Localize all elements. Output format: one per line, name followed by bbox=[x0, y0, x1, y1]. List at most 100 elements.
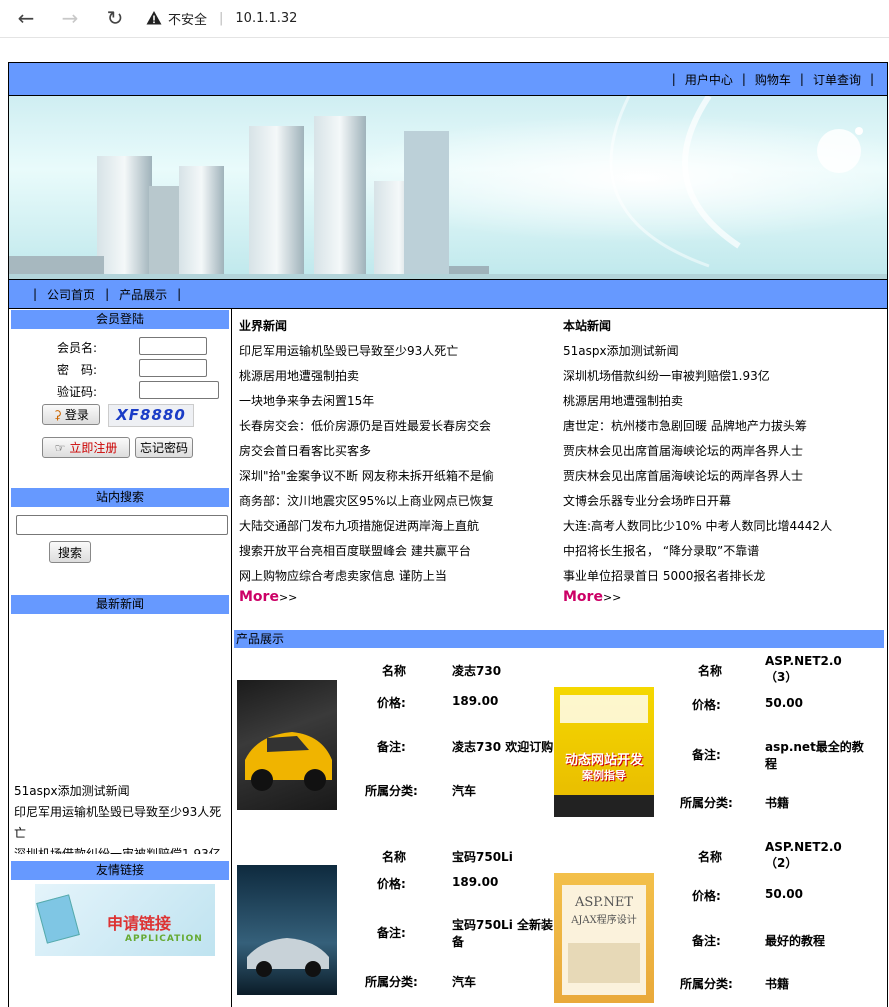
news-item[interactable]: 桃源居用地遭强制拍卖 bbox=[563, 389, 883, 414]
forgot-password-button[interactable]: 忘记密码 bbox=[135, 437, 193, 458]
product-price-label: 价格: bbox=[377, 696, 406, 710]
password-label: 密 码: bbox=[57, 363, 98, 377]
nav-cart-link[interactable]: 购物车 bbox=[755, 71, 791, 88]
url-text[interactable]: 10.1.1.32 bbox=[235, 11, 297, 26]
menu-home-link[interactable]: 公司首页 bbox=[47, 286, 95, 303]
news-item[interactable]: 网上购物应综合考虑卖家信息 谨防上当 bbox=[239, 564, 559, 589]
product-price: 50.00 bbox=[765, 696, 803, 710]
captcha-input[interactable] bbox=[139, 381, 219, 399]
news-item[interactable]: 文博会乐器专业分会场昨日开幕 bbox=[563, 489, 883, 514]
latest-news-item[interactable]: 51aspx添加测试新闻 bbox=[14, 781, 228, 802]
news-item[interactable]: 大陆交通部门发布九项措施促进两岸海上直航 bbox=[239, 514, 559, 539]
site-page: | 用户中心 | 购物车 | 订单查询 | | 公司首页 | 产品展示 | 会员… bbox=[8, 62, 888, 1007]
product-category-label: 所属分类: bbox=[365, 784, 418, 798]
news-item[interactable]: 搜索开放平台亮相百度联盟峰会 建共赢平台 bbox=[239, 539, 559, 564]
product-category-label: 所属分类: bbox=[680, 796, 733, 810]
login-button[interactable]: ⚳ 登录 bbox=[42, 404, 100, 425]
reload-icon[interactable]: ↻ bbox=[103, 6, 127, 30]
news-item[interactable]: 深圳机场借款纠纷一审被判赔偿1.93亿 bbox=[563, 364, 883, 389]
friend-links-title: 友情链接 bbox=[11, 861, 229, 880]
product-name-label: 名称 bbox=[698, 664, 723, 678]
latest-news-item[interactable]: 印尼军用运输机坠毁已导致至少93人死亡 bbox=[14, 802, 228, 844]
product-note-label: 备注: bbox=[692, 748, 721, 762]
news-item[interactable]: 51aspx添加测试新闻 bbox=[563, 339, 883, 364]
product-name[interactable]: ASP.NET2.0（2） bbox=[765, 840, 850, 871]
product-image-book-2[interactable]: ASP.NET AJAX程序设计 bbox=[554, 873, 654, 1003]
book-icon bbox=[36, 894, 80, 944]
product-name[interactable]: 宝码750Li bbox=[452, 848, 513, 865]
product-price: 50.00 bbox=[765, 887, 803, 901]
site-news-list: 本站新闻 51aspx添加测试新闻 深圳机场借款纠纷一审被判赔偿1.93亿 桃源… bbox=[563, 314, 883, 605]
main-menu: | 公司首页 | 产品展示 | bbox=[9, 279, 887, 309]
skyline-illustration bbox=[9, 96, 887, 279]
nav-user-center-link[interactable]: 用户中心 bbox=[685, 71, 733, 88]
product-name-label: 名称 bbox=[698, 850, 723, 864]
apply-link-subtext: APPLICATION bbox=[125, 934, 203, 944]
latest-news-item[interactable]: 深圳机场借款纠纷一审被判赔偿1.93亿 bbox=[14, 844, 228, 854]
top-nav: | 用户中心 | 购物车 | 订单查询 | bbox=[9, 63, 887, 95]
captcha-label: 验证码: bbox=[57, 385, 98, 399]
book-cover-footer bbox=[554, 795, 654, 817]
news-item[interactable]: 长春房交会：低价房源仍是百姓最爱长春房交会 bbox=[239, 414, 559, 439]
login-title: 会员登陆 bbox=[11, 310, 229, 329]
city-banner-image bbox=[9, 95, 887, 279]
hand-icon: ☞ bbox=[54, 440, 66, 455]
product-note-label: 备注: bbox=[377, 926, 406, 940]
product-note: 凌志730 欢迎订购 bbox=[452, 740, 554, 754]
book-cover-text-block bbox=[568, 943, 640, 983]
nav-order-query-link[interactable]: 订单查询 bbox=[813, 71, 861, 88]
latest-news-ticker: 51aspx添加测试新闻 印尼军用运输机坠毁已导致至少93人死亡 深圳机场借款纠… bbox=[14, 781, 228, 854]
news-item[interactable]: 商务部：汶川地震灾区95%以上商业网点已恢复 bbox=[239, 489, 559, 514]
news-item[interactable]: 房交会首日看客比买客多 bbox=[239, 439, 559, 464]
menu-divider: | bbox=[177, 287, 182, 301]
product-category: 书籍 bbox=[765, 796, 790, 810]
product-category-label: 所属分类: bbox=[680, 977, 733, 991]
product-image-car-2[interactable] bbox=[237, 865, 337, 995]
forward-arrow-icon[interactable]: → bbox=[58, 6, 82, 30]
news-item[interactable]: 深圳"拾"金案争议不断 网友称未拆开纸箱不是偷 bbox=[239, 464, 559, 489]
news-item[interactable]: 贾庆林会见出席首届海峡论坛的两岸各界人士 bbox=[563, 439, 883, 464]
industry-more-link[interactable]: More>> bbox=[239, 589, 559, 605]
news-item[interactable]: 一块地争来争去闲置15年 bbox=[239, 389, 559, 414]
product-category: 书籍 bbox=[765, 977, 790, 991]
product-name-label: 名称 bbox=[382, 850, 407, 864]
password-input[interactable] bbox=[139, 359, 207, 377]
product-image-book-1[interactable]: 动态网站开发 案例指导 bbox=[554, 687, 654, 817]
news-item[interactable]: 事业单位招录首日 5000报名者排长龙 bbox=[563, 564, 883, 589]
register-button[interactable]: ☞ 立即注册 bbox=[42, 437, 130, 458]
apply-link-banner[interactable]: 申请链接 APPLICATION bbox=[35, 884, 215, 956]
news-item[interactable]: 桃源居用地遭强制拍卖 bbox=[239, 364, 559, 389]
product-name-label: 名称 bbox=[382, 664, 407, 678]
site-news-title: 本站新闻 bbox=[563, 319, 612, 333]
product-note: 宝码750Li 全新装备 bbox=[452, 918, 553, 949]
more-label: More bbox=[239, 589, 279, 605]
news-item[interactable]: 印尼军用运输机坠毁已导致至少93人死亡 bbox=[239, 339, 559, 364]
site-search-title: 站内搜索 bbox=[11, 488, 229, 507]
address-bar[interactable]: 不安全 | 10.1.1.32 bbox=[146, 5, 886, 31]
site-more-link[interactable]: More>> bbox=[563, 589, 883, 605]
register-button-label: 立即注册 bbox=[69, 441, 118, 455]
product-name[interactable]: ASP.NET2.0（3） bbox=[765, 654, 850, 685]
news-item[interactable]: 贾庆林会见出席首届海峡论坛的两岸各界人士 bbox=[563, 464, 883, 489]
latest-news-title: 最新新闻 bbox=[11, 595, 229, 614]
menu-products-link[interactable]: 产品展示 bbox=[119, 286, 167, 303]
browser-toolbar: ← → ↻ 不安全 | 10.1.1.32 bbox=[0, 0, 889, 38]
product-image-car-1[interactable] bbox=[237, 680, 337, 810]
book-cover-title: 动态网站开发 bbox=[564, 753, 643, 768]
product-note: asp.net最全的教程 bbox=[765, 740, 864, 771]
captcha-image[interactable]: XF8880 bbox=[108, 404, 194, 427]
news-item[interactable]: 大连:高考人数同比少10% 中考人数同比增4442人 bbox=[563, 514, 883, 539]
nav-divider: | bbox=[741, 72, 746, 86]
site-search-input[interactable] bbox=[16, 515, 228, 535]
member-input[interactable] bbox=[139, 337, 207, 355]
news-item[interactable]: 唐世定：杭州楼市急剧回暖 品牌地产力拔头筹 bbox=[563, 414, 883, 439]
product-price: 189.00 bbox=[452, 694, 499, 708]
product-category-label: 所属分类: bbox=[365, 975, 418, 989]
security-label: 不安全 bbox=[168, 12, 208, 28]
news-item[interactable]: 中招将长生报名， “降分录取”不靠谱 bbox=[563, 539, 883, 564]
menu-divider: | bbox=[105, 287, 110, 301]
back-arrow-icon[interactable]: ← bbox=[14, 6, 38, 30]
site-search-button[interactable]: 搜索 bbox=[49, 541, 91, 563]
product-name[interactable]: 凌志730 bbox=[452, 662, 501, 679]
nav-divider: | bbox=[671, 72, 676, 86]
